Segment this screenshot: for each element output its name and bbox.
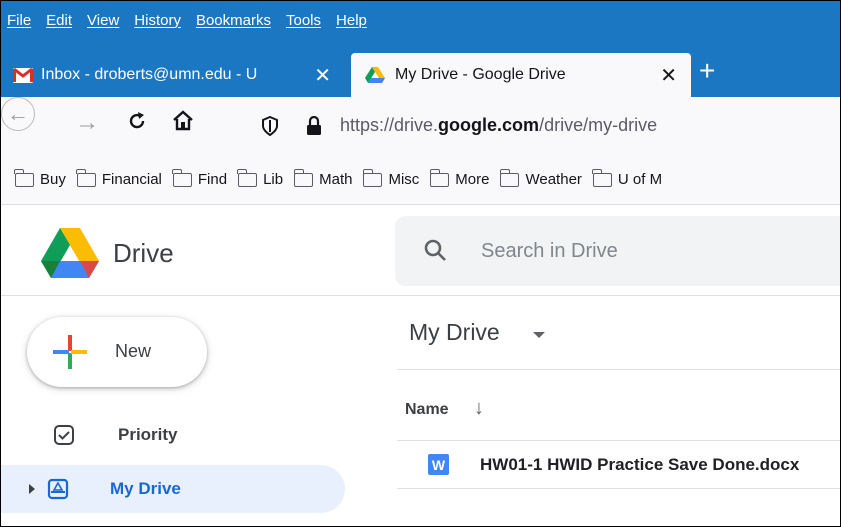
bookmarks-toolbar: Buy Financial Find Lib Math Misc More We… xyxy=(1,155,840,205)
folder-icon xyxy=(237,168,258,187)
divider xyxy=(397,369,840,370)
menu-history[interactable]: History xyxy=(134,12,181,29)
menu-view[interactable]: View xyxy=(87,12,119,29)
sort-arrow-icon[interactable]: ↓ xyxy=(474,397,484,420)
bookmark-folder[interactable]: Weather xyxy=(499,168,582,188)
bookmark-label: Buy xyxy=(40,171,66,188)
bookmark-folder[interactable]: Financial xyxy=(76,168,162,188)
new-button[interactable]: New xyxy=(27,317,207,387)
menu-bar: File Edit View History Bookmarks Tools H… xyxy=(1,1,840,39)
bookmark-label: U of M xyxy=(617,171,663,188)
google-drive-logo[interactable] xyxy=(41,228,99,278)
folder-icon xyxy=(76,168,96,187)
new-tab-button[interactable]: + xyxy=(699,55,715,87)
drive-header: Drive Search in Drive xyxy=(1,206,840,296)
reload-button[interactable] xyxy=(125,109,149,140)
menu-file[interactable]: File xyxy=(7,12,31,29)
url-path: /drive/my-drive xyxy=(539,115,658,135)
gmail-icon xyxy=(13,67,33,83)
divider xyxy=(397,440,840,441)
dropdown-caret-icon[interactable] xyxy=(533,332,545,338)
bookmark-label: Lib xyxy=(263,171,284,188)
folder-icon xyxy=(293,168,314,187)
search-input[interactable]: Search in Drive xyxy=(481,240,618,263)
navigation-bar: ← → https://drive.google.com/drive/my-dr… xyxy=(1,97,840,155)
sidebar-item-label: My Drive xyxy=(110,479,181,498)
close-tab-icon[interactable]: ✕ xyxy=(660,63,677,88)
browser-window: File Edit View History Bookmarks Tools H… xyxy=(0,0,841,527)
tab-strip: Inbox - droberts@umn.edu - U ✕ My Drive … xyxy=(1,39,840,97)
home-icon xyxy=(173,110,193,131)
priority-icon xyxy=(54,425,74,445)
page-title[interactable]: My Drive xyxy=(409,319,500,346)
folder-icon xyxy=(429,168,450,187)
new-button-label: New xyxy=(115,341,152,361)
google-drive-icon xyxy=(365,66,385,83)
folder-icon xyxy=(362,168,383,187)
bookmark-label: Math xyxy=(319,171,353,188)
bookmark-label: Find xyxy=(197,171,228,188)
word-document-icon: W xyxy=(428,454,449,475)
bookmark-folder[interactable]: U of M xyxy=(592,168,663,188)
bookmark-folder[interactable]: Lib xyxy=(237,168,284,188)
divider xyxy=(397,488,840,489)
bookmark-folder[interactable]: Buy xyxy=(14,168,66,188)
bookmark-label: More xyxy=(455,171,490,188)
tab-inbox[interactable]: Inbox - droberts@umn.edu - U ✕ xyxy=(1,53,351,97)
bookmark-folder[interactable]: Math xyxy=(293,168,353,188)
bookmark-folder[interactable]: More xyxy=(429,168,490,188)
menu-edit[interactable]: Edit xyxy=(46,12,72,29)
url-text: https://drive.google.com/drive/my-drive xyxy=(340,115,657,136)
home-button[interactable] xyxy=(171,109,195,140)
drive-title: Drive xyxy=(113,238,174,268)
tab-drive-title: My Drive - Google Drive xyxy=(395,66,566,83)
search-icon[interactable] xyxy=(423,238,447,262)
search-box[interactable]: Search in Drive xyxy=(395,216,840,286)
bookmark-label: Misc xyxy=(388,171,420,188)
my-drive-icon xyxy=(47,478,69,500)
plus-icon xyxy=(53,335,87,369)
menu-bookmarks[interactable]: Bookmarks xyxy=(196,12,271,29)
folder-icon xyxy=(592,168,612,187)
url-prefix: https://drive. xyxy=(340,115,439,135)
tab-inbox-title: Inbox - droberts@umn.edu - U xyxy=(41,66,258,83)
sidebar-item-my-drive[interactable]: My Drive xyxy=(1,465,345,513)
close-tab-icon[interactable]: ✕ xyxy=(314,63,331,88)
lock-icon xyxy=(307,116,321,135)
column-header-name[interactable]: Name xyxy=(405,401,449,419)
bookmark-label: Weather xyxy=(525,171,582,188)
menu-help[interactable]: Help xyxy=(336,12,367,29)
url-domain: google.com xyxy=(438,115,540,135)
address-bar[interactable]: https://drive.google.com/drive/my-drive xyxy=(246,107,840,145)
forward-button[interactable]: → xyxy=(75,109,99,137)
menu-tools[interactable]: Tools xyxy=(286,12,321,29)
bookmark-label: Financial xyxy=(101,171,162,188)
sidebar-item-priority[interactable]: Priority xyxy=(1,411,341,459)
back-button[interactable]: ← xyxy=(1,97,35,131)
tab-drive[interactable]: My Drive - Google Drive ✕ xyxy=(351,53,691,97)
folder-icon xyxy=(14,168,34,187)
folder-icon xyxy=(499,168,520,187)
file-name[interactable]: HW01-1 HWID Practice Save Done.docx xyxy=(480,455,799,475)
bookmark-folder[interactable]: Misc xyxy=(362,168,420,188)
folder-icon xyxy=(172,168,192,187)
shield-icon xyxy=(262,116,278,136)
sidebar-item-label: Priority xyxy=(118,425,178,444)
expand-arrow-icon[interactable] xyxy=(29,484,35,494)
reload-icon xyxy=(129,112,145,129)
bookmark-folder[interactable]: Find xyxy=(172,168,228,188)
